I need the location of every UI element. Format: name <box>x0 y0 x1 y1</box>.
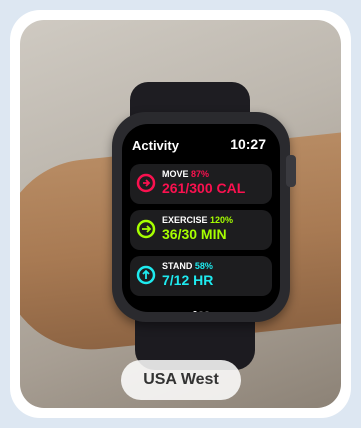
move-pct: 87% <box>191 169 210 179</box>
stand-pct: 58% <box>194 261 213 271</box>
exercise-pct: 120% <box>210 215 234 225</box>
move-ring-icon <box>136 173 156 193</box>
page-dot <box>193 311 197 312</box>
activity-title: Activity <box>132 138 179 153</box>
move-label: MOVE <box>162 169 189 179</box>
watch-screen: Activity 10:27 MOVE 87% 261/300 CAL EXER… <box>122 124 280 312</box>
exercise-label: EXERCISE <box>162 215 208 225</box>
move-row: MOVE 87% 261/300 CAL <box>130 164 272 204</box>
exercise-value: 36/30 MIN <box>162 226 227 242</box>
page-dots <box>122 302 280 312</box>
watch-time: 10:27 <box>230 136 266 152</box>
page-dot <box>205 311 209 312</box>
stand-row: STAND 58% 7/12 HR <box>130 256 272 296</box>
stand-label: STAND <box>162 261 193 271</box>
location-caption[interactable]: USA West <box>121 360 241 400</box>
exercise-row: EXERCISE 120% 36/30 MIN <box>130 210 272 250</box>
stand-ring-icon <box>136 265 156 285</box>
page-dot <box>199 311 203 312</box>
exercise-ring-icon <box>136 219 156 239</box>
digital-crown <box>286 155 296 187</box>
stand-value: 7/12 HR <box>162 272 214 288</box>
move-value: 261/300 CAL <box>162 180 246 196</box>
